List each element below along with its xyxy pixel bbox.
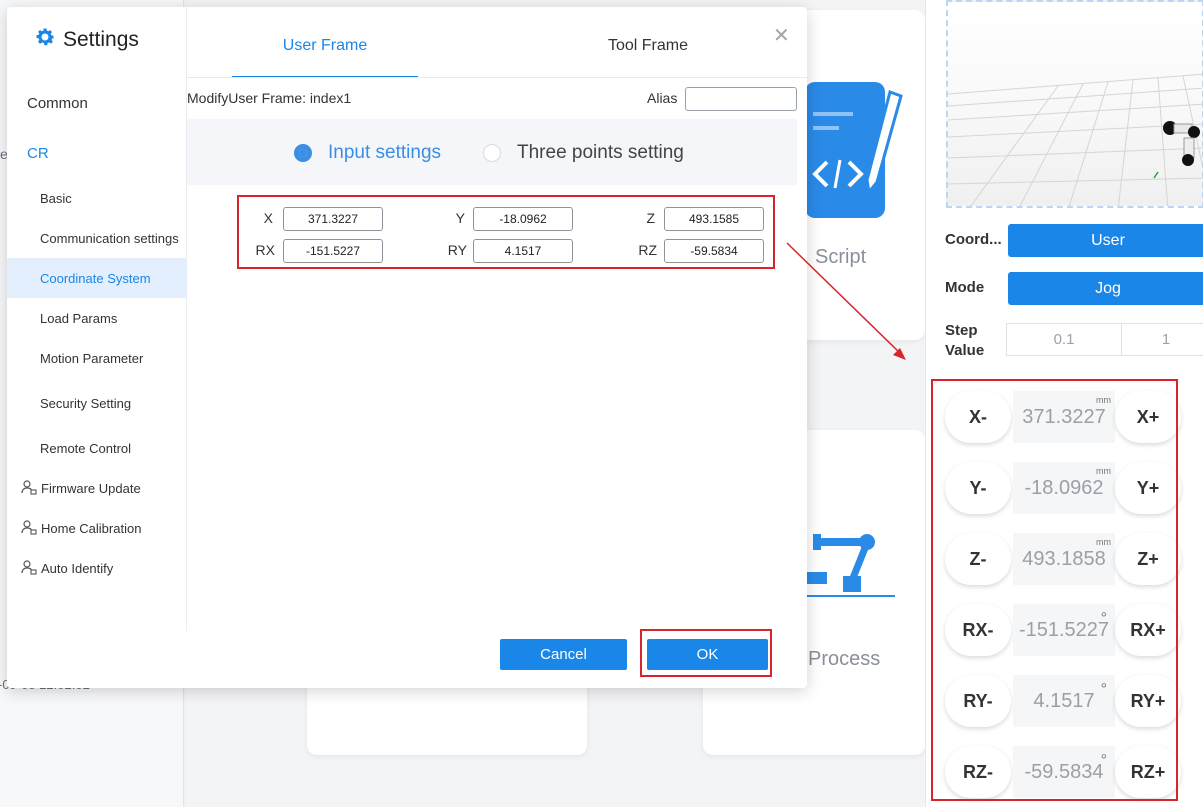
user-lock-icon <box>21 559 37 578</box>
settings-dialog: Settings Common CR Basic Communication s… <box>7 7 807 688</box>
step-label-line2: Value <box>945 342 985 359</box>
z-input[interactable]: 493.1585 <box>664 207 764 231</box>
x-label: X <box>263 210 273 226</box>
sidebar-item-cr[interactable]: CR <box>7 139 187 167</box>
sidebar-item-common[interactable]: Common <box>7 89 187 117</box>
sidebar-item-label: Firmware Update <box>41 480 141 496</box>
mode-label: Mode <box>945 279 985 296</box>
sidebar-item-coordinate-system[interactable]: Coordinate System <box>7 258 187 298</box>
ry-input[interactable]: 4.1517 <box>473 239 573 263</box>
sidebar-item-auto-identify[interactable]: Auto Identify <box>7 555 187 581</box>
coord-select-button[interactable]: User <box>1008 224 1203 257</box>
script-icon <box>805 82 905 218</box>
sidebar-item-label: CR <box>27 144 49 162</box>
step-label: Step <box>945 322 978 339</box>
sidebar-item-label: Security Setting <box>40 395 132 411</box>
alias-input[interactable] <box>685 87 797 111</box>
cancel-button[interactable]: Cancel <box>500 639 627 670</box>
sidebar-item-label: Home Calibration <box>41 520 142 536</box>
sidebar-item-label: Load Params <box>40 310 118 326</box>
z-label: Z <box>646 210 655 226</box>
tab-divider <box>187 77 807 78</box>
sidebar-item-label: Basic <box>40 190 72 206</box>
user-lock-icon <box>21 519 37 538</box>
settings-title-text: Settings <box>63 28 139 51</box>
script-card-label: Script <box>815 246 867 268</box>
settings-sidebar: Settings Common CR Basic Communication s… <box>7 7 187 631</box>
modify-frame-label: ModifyUser Frame: index1 <box>187 90 352 106</box>
coordinates-highlight-box: X 371.3227 Y -18.0962 Z 493.1585 RX -151… <box>237 195 775 269</box>
tab-tool-frame[interactable]: Tool Frame <box>555 37 741 77</box>
sidebar-item-label: Communication settings <box>40 230 179 246</box>
rx-label: RX <box>255 242 275 258</box>
ry-label: RY <box>447 242 467 258</box>
radio-label: Input settings <box>328 142 442 163</box>
settings-title: Settings <box>33 25 139 55</box>
sidebar-item-motion-parameter[interactable]: Motion Parameter <box>7 345 187 371</box>
close-icon[interactable]: ✕ <box>773 23 790 48</box>
radio-label: Three points setting <box>517 142 684 163</box>
gear-icon <box>33 25 57 55</box>
rz-label: RZ <box>638 242 657 258</box>
sidebar-item-firmware-update[interactable]: Firmware Update <box>7 475 187 501</box>
robot-arm-icon <box>805 530 895 600</box>
jog-highlight-box <box>931 379 1178 801</box>
robot-3d-view[interactable] <box>946 0 1203 208</box>
sidebar-item-basic[interactable]: Basic <box>7 185 187 211</box>
sidebar-item-label: Coordinate System <box>40 270 151 286</box>
radio-input-settings[interactable]: Input settings <box>294 142 441 164</box>
sidebar-item-load-params[interactable]: Load Params <box>7 305 187 331</box>
radio-three-points[interactable]: Three points setting <box>483 142 684 164</box>
ok-highlight-box <box>640 629 772 677</box>
x-input[interactable]: 371.3227 <box>283 207 383 231</box>
y-label: Y <box>455 210 465 226</box>
sidebar-item-communication[interactable]: Communication settings <box>7 225 187 251</box>
y-input[interactable]: -18.0962 <box>473 207 573 231</box>
tab-user-frame[interactable]: User Frame <box>232 37 418 78</box>
sidebar-item-label: Common <box>27 94 88 112</box>
setting-mode-radio-group: Input settings Three points setting <box>187 119 797 185</box>
alias-label: Alias <box>647 90 678 106</box>
step-option-0.1[interactable]: 0.1 <box>1006 323 1122 356</box>
rx-input[interactable]: -151.5227 <box>283 239 383 263</box>
sidebar-item-remote-control[interactable]: Remote Control <box>7 435 187 461</box>
step-option-1[interactable]: 1 <box>1121 323 1203 356</box>
sidebar-item-home-calibration[interactable]: Home Calibration <box>7 515 187 541</box>
sidebar-item-label: Remote Control <box>40 440 132 456</box>
process-card-label: Process <box>808 648 881 670</box>
radio-selected-icon <box>294 144 312 162</box>
sidebar-item-label: Motion Parameter <box>40 350 144 366</box>
sidebar-item-label: Auto Identify <box>41 560 114 576</box>
coord-label: Coord... <box>945 231 1002 248</box>
radio-unselected-icon <box>483 144 501 162</box>
sidebar-item-security-setting[interactable]: Security Setting <box>7 390 187 416</box>
user-lock-icon <box>21 479 37 498</box>
rz-input[interactable]: -59.5834 <box>664 239 764 263</box>
mode-select-button[interactable]: Jog <box>1008 272 1203 305</box>
